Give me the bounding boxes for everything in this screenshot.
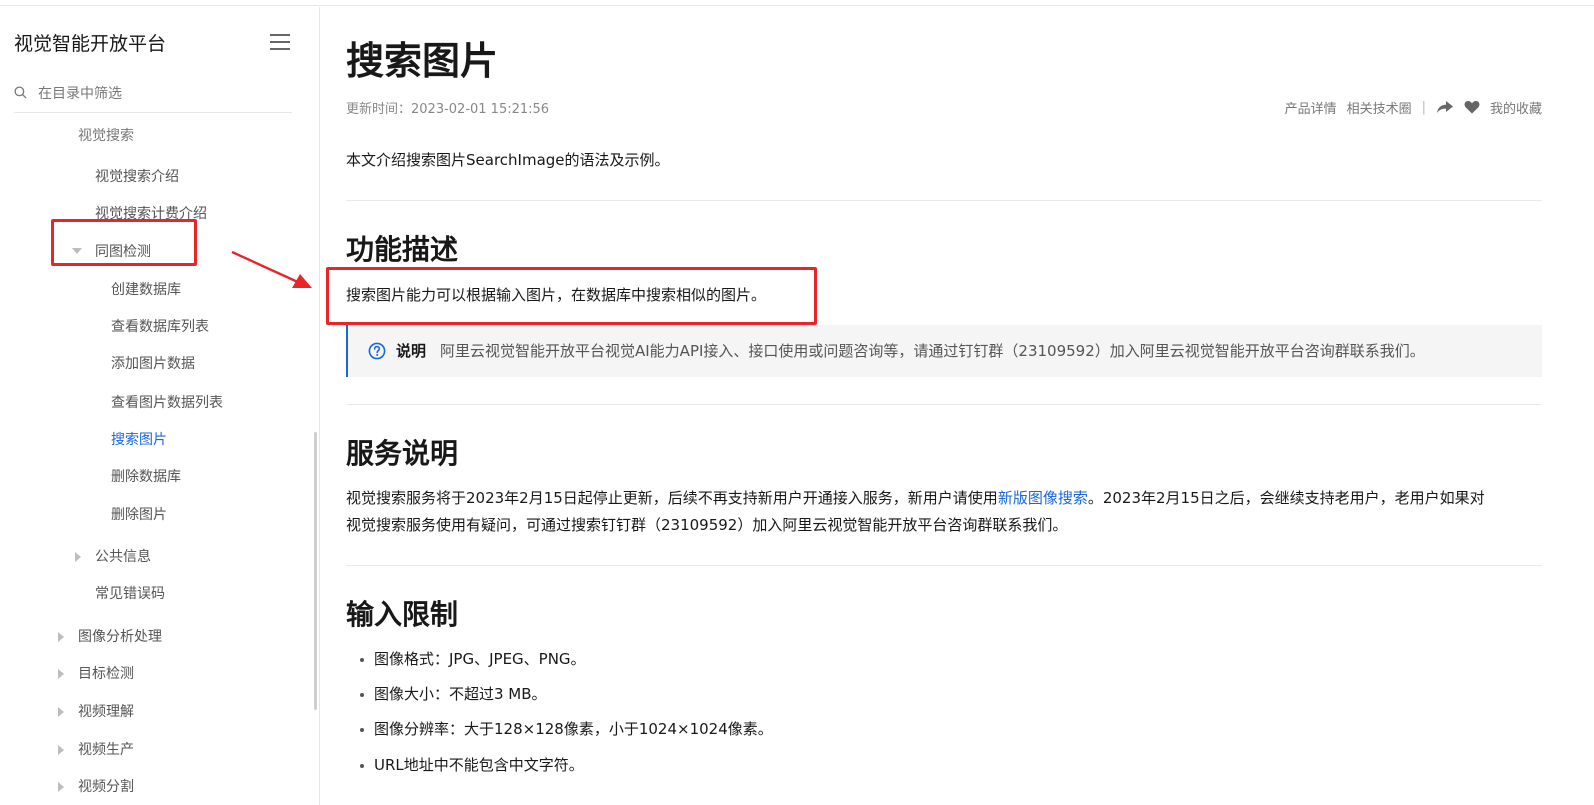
sidebar-item-search-image[interactable]: 搜索图片 (111, 430, 167, 450)
list-item-text: 图像分辨率：大于128×128像素，小于1024×1024像素。 (374, 720, 773, 738)
caret-right-icon[interactable] (58, 669, 64, 679)
heart-icon[interactable] (1464, 100, 1480, 114)
annotation-box-function-description (326, 267, 817, 325)
sidebar: 视觉智能开放平台 视觉搜索 视觉搜索介绍 视觉搜索计费介绍 同图检测 创建数据库… (0, 7, 320, 805)
my-favorites-link[interactable]: 我的收藏 (1490, 98, 1542, 117)
tech-circle-link[interactable]: 相关技术圈 (1347, 98, 1412, 117)
sidebar-filter-input[interactable] (38, 83, 288, 105)
note-label: 说明 (396, 342, 427, 360)
sidebar-item-add-image-data[interactable]: 添加图片数据 (111, 354, 195, 374)
caret-right-icon[interactable] (58, 707, 64, 717)
note-box: 说明 阿里云视觉智能开放平台视觉AI能力API接入、接口使用或问题咨询等，请通过… (346, 325, 1542, 377)
search-icon (14, 86, 27, 99)
list-item-text: URL地址中不能包含中文字符。 (374, 756, 584, 774)
caret-right-icon[interactable] (58, 632, 64, 642)
divider (346, 404, 1542, 405)
section-heading-service: 服务说明 (346, 437, 459, 470)
sidebar-item-object-detection[interactable]: 目标检测 (78, 664, 134, 684)
sidebar-item-list-image-data[interactable]: 查看图片数据列表 (111, 393, 223, 413)
divider (346, 200, 1542, 201)
annotation-box-same-image-detection (51, 219, 197, 266)
sidebar-item-visual-search[interactable]: 视觉搜索 (78, 126, 134, 146)
section-heading-function: 功能描述 (346, 233, 459, 266)
sidebar-item-video-segmentation[interactable]: 视频分割 (78, 777, 134, 797)
sidebar-item-visual-search-intro[interactable]: 视觉搜索介绍 (95, 167, 179, 187)
product-detail-link[interactable]: 产品详情 (1285, 98, 1337, 117)
actions-separator: | (1421, 99, 1426, 115)
sidebar-scrollbar[interactable] (314, 432, 317, 710)
sidebar-item-delete-database[interactable]: 删除数据库 (111, 467, 181, 487)
sidebar-search (14, 83, 292, 113)
sidebar-item-list-databases[interactable]: 查看数据库列表 (111, 317, 209, 337)
sidebar-item-create-database[interactable]: 创建数据库 (111, 280, 181, 300)
sidebar-item-video-understanding[interactable]: 视频理解 (78, 702, 134, 722)
caret-right-icon[interactable] (58, 782, 64, 792)
sidebar-item-common-info[interactable]: 公共信息 (95, 547, 151, 567)
note-text: 阿里云视觉智能开放平台视觉AI能力API接入、接口使用或问题咨询等，请通过钉钉群… (440, 342, 1425, 360)
list-item-text: 图像大小：不超过3 MB。 (374, 685, 547, 703)
service-text-line1: 视觉搜索服务将于2023年2月15日起停止更新，后续不再支持新用户开通接入服务，… (346, 486, 1485, 510)
sidebar-item-delete-image[interactable]: 删除图片 (111, 505, 167, 525)
caret-right-icon[interactable] (75, 552, 81, 562)
question-circle-icon (368, 342, 386, 360)
main-content: 搜索图片 更新时间：2023-02-01 15:21:56 产品详情 相关技术圈… (346, 0, 1542, 805)
page-actions: 产品详情 相关技术圈 | 我的收藏 (1285, 97, 1542, 117)
updated-time: 更新时间：2023-02-01 15:21:56 (346, 102, 550, 117)
share-icon[interactable] (1436, 100, 1454, 114)
divider (346, 565, 1542, 566)
section-heading-input-limits: 输入限制 (346, 598, 459, 631)
page-title: 搜索图片 (346, 39, 499, 83)
annotation-arrow (231, 250, 312, 288)
sidebar-item-image-analysis[interactable]: 图像分析处理 (78, 627, 162, 647)
service-text-line2: 视觉搜索服务使用有疑问，可通过搜索钉钉群（23109592）加入阿里云视觉智能开… (346, 516, 1068, 534)
sidebar-item-video-production[interactable]: 视频生产 (78, 740, 134, 760)
sidebar-title: 视觉智能开放平台 (14, 33, 167, 55)
list-item-text: 图像格式：JPG、JPEG、PNG。 (374, 650, 586, 668)
service-text-part: 。2023年2月15日之后，会继续支持老用户，老用户如果对 (1087, 489, 1485, 507)
caret-right-icon[interactable] (58, 745, 64, 755)
new-image-search-link[interactable]: 新版图像搜索 (998, 489, 1088, 507)
intro-text: 本文介绍搜索图片SearchImage的语法及示例。 (346, 151, 670, 169)
sidebar-item-error-codes[interactable]: 常见错误码 (95, 584, 165, 604)
hamburger-menu-icon[interactable] (270, 34, 290, 50)
service-text-part: 视觉搜索服务将于2023年2月15日起停止更新，后续不再支持新用户开通接入服务，… (346, 489, 998, 507)
